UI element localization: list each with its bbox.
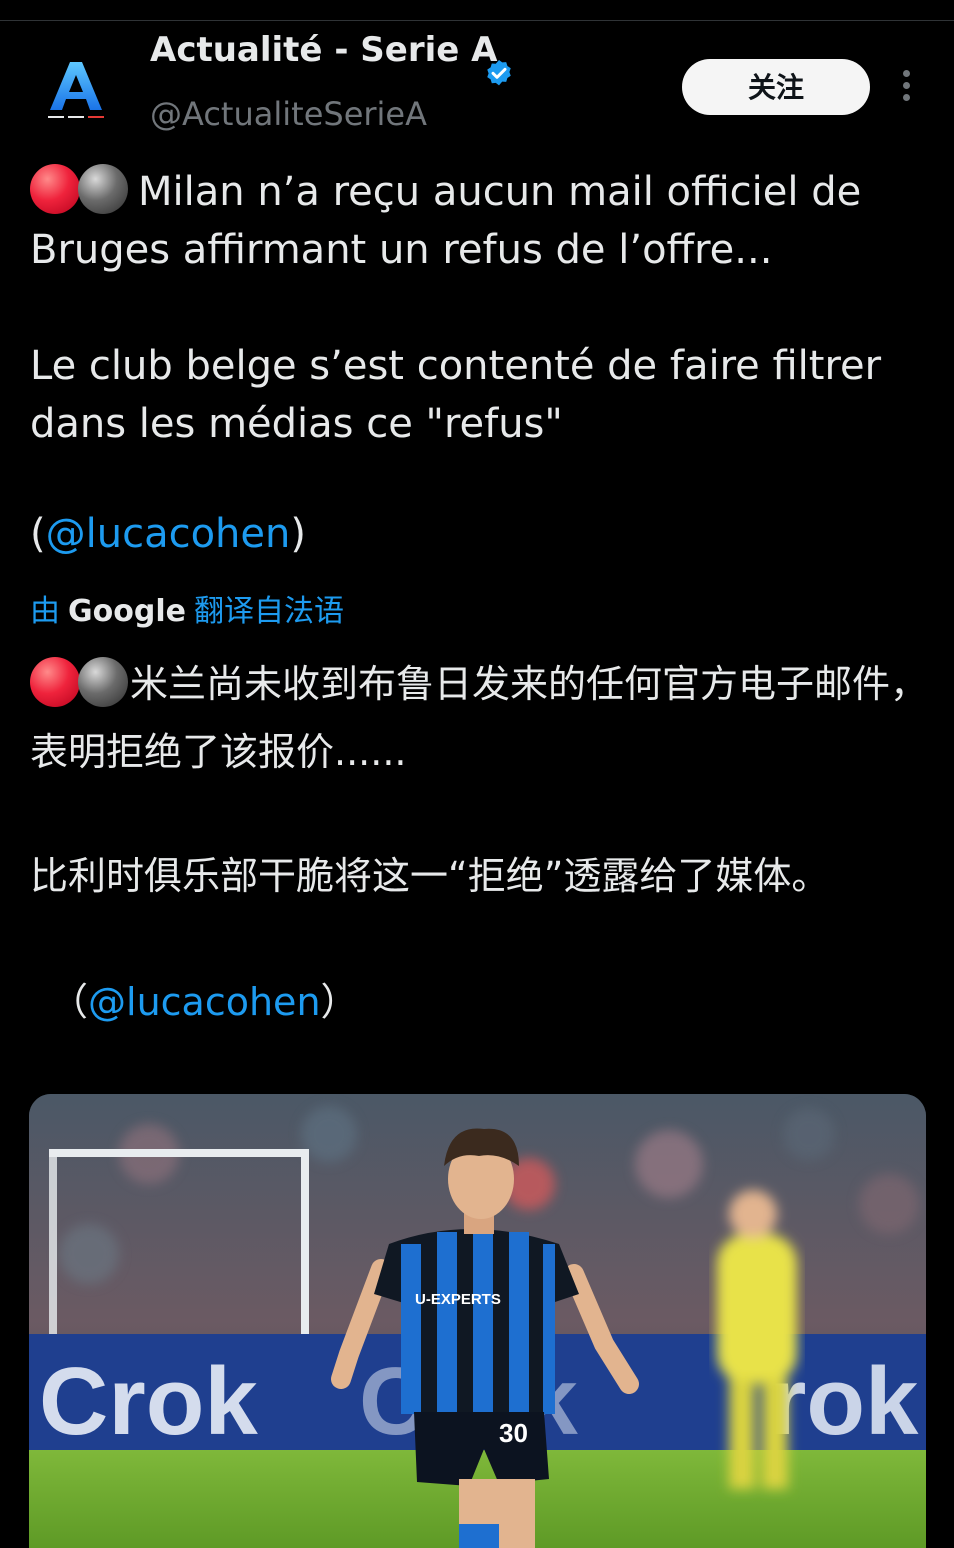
jersey-number: 30 — [499, 1418, 528, 1448]
black-circle-icon — [78, 657, 128, 707]
tweet-paragraph-1: Milan n’a reçu aucun mail officiel de Br… — [30, 163, 930, 279]
board-text-left: Crok — [39, 1348, 258, 1455]
avatar[interactable] — [30, 36, 122, 128]
mention-link[interactable]: @lucacohen — [46, 511, 291, 557]
tweet-paragraph-2: Le club belge s’est contenté de faire fi… — [30, 343, 882, 447]
paren-close: ) — [290, 511, 306, 557]
black-circle-icon — [78, 164, 128, 214]
translated-mention-line: （@lucacohen） — [30, 968, 930, 1036]
account-handle[interactable]: @ActualiteSerieA — [150, 95, 427, 133]
paren-close-cn: ） — [320, 980, 359, 1024]
paren-open-cn: （ — [50, 980, 89, 1024]
mention-link-translated[interactable]: @lucacohen — [88, 980, 321, 1024]
google-logo: Google — [68, 594, 186, 629]
translated-paragraph-2: 比利时俱乐部干脆将这一“拒绝”透露给了媒体。 — [30, 854, 830, 898]
translated-from-link[interactable]: 翻译自法语 — [194, 594, 344, 629]
paren-open: ( — [30, 511, 46, 557]
translation-by: 由 — [30, 594, 60, 629]
translated-paragraph-1: 米兰尚未收到布鲁日发来的任何官方电子邮件，表明拒绝了该报价...... — [30, 650, 930, 786]
verified-badge-icon — [487, 60, 511, 86]
avatar-logo-icon — [48, 62, 104, 118]
translated-body: 米兰尚未收到布鲁日发来的任何官方电子邮件，表明拒绝了该报价...... 比利时俱… — [30, 650, 930, 1036]
tweet-body: Milan n’a reçu aucun mail officiel de Br… — [30, 163, 930, 563]
top-divider — [0, 0, 954, 21]
tweet-mention-line: (@lucacohen) — [30, 505, 930, 563]
red-circle-icon — [30, 657, 80, 707]
red-circle-icon — [30, 164, 80, 214]
translated-line-1: 米兰尚未收到布鲁日发来的任何官方电子邮件，表明拒绝了该报价...... — [30, 662, 929, 774]
display-name[interactable]: Actualité - Serie A — [150, 30, 497, 70]
football-player-photo: Crok Crok rok U-EXPERTS — [29, 1094, 926, 1548]
translation-notice: 由 Google 翻译自法语 — [30, 586, 344, 630]
follow-button[interactable]: 关注 — [682, 59, 870, 115]
tweet-line-1: Milan n’a reçu aucun mail officiel de Br… — [30, 169, 862, 273]
tweet-photo[interactable]: Crok Crok rok U-EXPERTS — [29, 1094, 926, 1548]
more-vertical-icon[interactable] — [896, 70, 916, 106]
jersey-sponsor: U-EXPERTS — [415, 1291, 501, 1308]
